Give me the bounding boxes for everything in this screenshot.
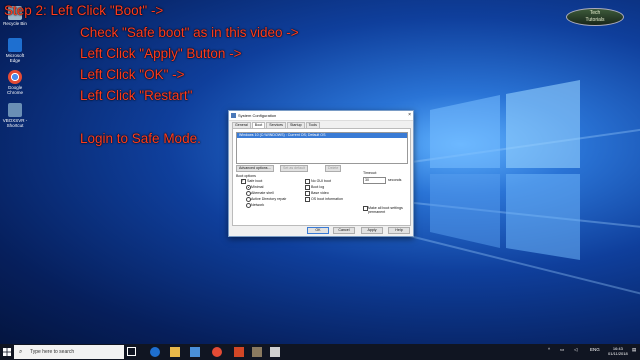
chrome-icon <box>8 70 22 84</box>
windows-logo-wallpaper <box>430 80 580 260</box>
timeout-label: Timeout: <box>363 171 377 175</box>
boot-log-checkbox[interactable] <box>305 185 310 190</box>
base-video-checkbox[interactable] <box>305 191 310 196</box>
msconfig-icon <box>231 113 236 118</box>
os-boot-info-label: OS boot information <box>311 197 343 201</box>
edge-icon <box>8 38 22 52</box>
channel-logo-badge: Tech Tutorials <box>566 8 624 26</box>
instruction-line-1: Step 2: Left Click "Boot" -> <box>4 3 164 18</box>
instruction-line-2: Check "Safe boot" as in this video -> <box>80 25 299 40</box>
notifications-icon[interactable]: ▤ <box>632 347 636 353</box>
store-icon[interactable] <box>190 347 200 357</box>
safe-boot-checkbox[interactable] <box>241 178 246 184</box>
language-indicator[interactable]: ENG <box>590 347 600 352</box>
taskbar: ⌕ Type here to search ^ ▭ ◁ ENG 16:43 01… <box>0 344 640 360</box>
close-icon[interactable]: × <box>408 112 411 118</box>
radio-ad-repair-label: Active Directory repair <box>251 197 287 201</box>
boot-log-label: Boot log <box>311 185 325 189</box>
desktop-icon-label: Google Chrome <box>6 85 23 95</box>
desktop-icon-label: VBOXSVR - Shortcut <box>2 118 28 128</box>
desktop-icon-label: Microsoft Edge <box>5 53 25 63</box>
base-video-label: Base video <box>311 191 329 195</box>
no-gui-boot-checkbox[interactable] <box>305 179 310 184</box>
system-configuration-dialog: System Configuration × General Boot Serv… <box>228 110 414 237</box>
network-drive-icon <box>8 103 22 117</box>
file-explorer-icon[interactable] <box>170 347 180 357</box>
dialog-title-bar[interactable]: System Configuration × <box>229 111 413 121</box>
desktop: Recycle Bin Microsoft Edge Google Chrome… <box>0 0 640 344</box>
apply-button[interactable]: Apply <box>361 227 383 234</box>
clock-date: 01/11/2018 <box>608 351 628 356</box>
ok-button[interactable]: OK <box>307 227 329 234</box>
taskbar-search-box[interactable]: ⌕ Type here to search <box>14 345 124 359</box>
instruction-line-3: Left Click "Apply" Button -> <box>80 46 242 61</box>
edge-taskbar-icon[interactable] <box>150 347 160 357</box>
help-button[interactable]: Help <box>388 227 410 234</box>
os-boot-info-checkbox[interactable] <box>305 197 310 202</box>
badge-line-1: Tech <box>589 10 601 16</box>
radio-network-label: Network <box>251 203 265 207</box>
advanced-options-button[interactable]: Advanced options... <box>236 165 274 172</box>
os-list[interactable]: Windows 10 (C:\WINDOWS) : Current OS; De… <box>236 132 408 164</box>
volume-icon[interactable]: ◁ <box>574 347 577 353</box>
cancel-button[interactable]: Cancel <box>333 227 355 234</box>
desktop-icon-edge[interactable]: Microsoft Edge <box>2 38 28 63</box>
radio-minimal-label: Minimal <box>251 185 264 189</box>
network-icon[interactable]: ▭ <box>560 347 564 353</box>
instruction-line-5: Left Click "Restart" <box>80 88 193 103</box>
desktop-icon-chrome[interactable]: Google Chrome <box>2 70 28 95</box>
set-as-default-button[interactable]: Set as default <box>280 165 308 172</box>
radio-alternate-shell-label: Alternate shell <box>251 191 274 195</box>
instruction-final: Login to Safe Mode. <box>80 131 201 146</box>
windows-start-icon[interactable] <box>3 348 11 356</box>
badge-line-2: Tutorials <box>585 17 605 23</box>
search-icon: ⌕ <box>19 349 23 355</box>
desktop-icon-label: Recycle Bin <box>3 21 27 26</box>
search-placeholder: Type here to search <box>30 349 75 355</box>
delete-button[interactable]: Delete <box>325 165 342 172</box>
os-list-item[interactable]: Windows 10 (C:\WINDOWS) : Current OS; De… <box>237 133 407 138</box>
timeout-input[interactable]: 30 <box>363 177 386 184</box>
boot-tab-panel: Windows 10 (C:\WINDOWS) : Current OS; De… <box>232 128 411 226</box>
dialog-title: System Configuration <box>238 113 277 118</box>
msconfig-taskbar-icon[interactable] <box>270 347 280 357</box>
no-gui-boot-label: No GUI boot <box>311 179 331 183</box>
instruction-line-4: Left Click "OK" -> <box>80 67 185 82</box>
app-taskbar-icon[interactable] <box>234 347 244 357</box>
tray-chevron-icon[interactable]: ^ <box>548 347 550 352</box>
chrome-taskbar-icon[interactable] <box>212 347 222 357</box>
boot-options-label: Boot options <box>236 174 256 178</box>
timeout-unit: seconds <box>388 178 402 182</box>
task-view-icon[interactable] <box>127 347 136 356</box>
app-taskbar-icon-2[interactable] <box>252 347 262 357</box>
make-permanent-label: Make all boot settings permanent <box>368 206 403 214</box>
safe-boot-label: Safe boot <box>247 179 263 183</box>
taskbar-clock[interactable]: 16:43 01/11/2018 <box>608 346 628 356</box>
desktop-icon-vboxsvr[interactable]: VBOXSVR - Shortcut <box>2 103 28 128</box>
